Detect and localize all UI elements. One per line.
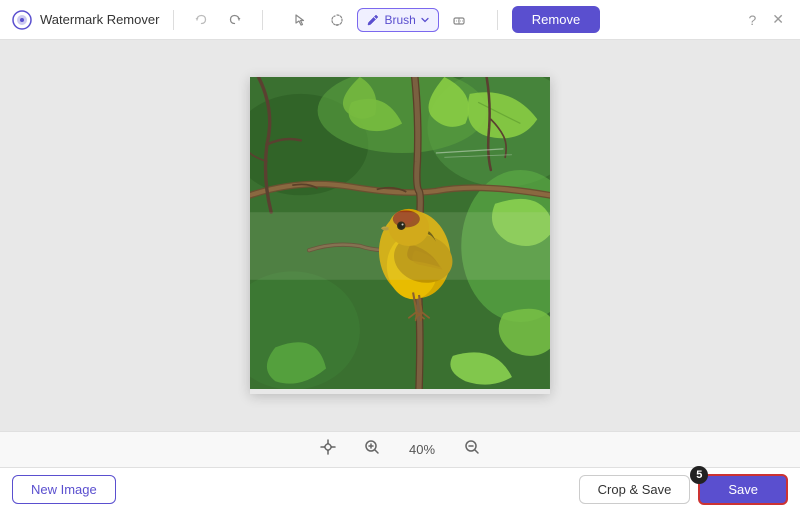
crop-save-button[interactable]: Crop & Save <box>579 475 691 504</box>
zoom-level: 40% <box>402 442 442 457</box>
dropdown-icon <box>420 15 430 25</box>
canvas-area[interactable] <box>0 40 800 431</box>
zoom-in-icon <box>364 439 380 455</box>
image-container <box>250 77 550 395</box>
new-image-button[interactable]: New Image <box>12 475 116 504</box>
zoom-out-button[interactable] <box>458 437 486 462</box>
divider3 <box>497 10 498 30</box>
footer: New Image Crop & Save 5 Save <box>0 467 800 511</box>
divider <box>173 10 174 30</box>
footer-right: Crop & Save 5 Save <box>579 474 788 505</box>
selection-tool-button[interactable] <box>285 8 317 32</box>
pan-icon <box>320 439 336 455</box>
title-bar: Watermark Remover <box>0 0 800 40</box>
eraser-tool-button[interactable] <box>443 8 475 32</box>
app-logo-icon <box>12 10 32 30</box>
save-button[interactable]: Save <box>698 474 788 505</box>
help-button[interactable]: ? <box>744 8 760 32</box>
remove-button[interactable]: Remove <box>512 6 600 33</box>
tool-group: Brush <box>285 8 474 32</box>
brush-tool-button[interactable]: Brush <box>357 8 438 32</box>
undo-button[interactable] <box>188 9 214 31</box>
brush-label: Brush <box>384 13 415 27</box>
save-btn-wrapper: 5 Save <box>698 474 788 505</box>
close-button[interactable]: ✕ <box>768 7 788 32</box>
zoom-in-button[interactable] <box>358 437 386 462</box>
divider2 <box>262 10 263 30</box>
pan-tool-button[interactable] <box>314 437 342 462</box>
zoom-out-icon <box>464 439 480 455</box>
main-image <box>250 77 550 390</box>
title-bar-right: ? ✕ <box>744 7 788 32</box>
app-title: Watermark Remover <box>40 12 159 27</box>
bottom-controls: 40% <box>0 431 800 467</box>
lasso-tool-button[interactable] <box>321 8 353 32</box>
title-bar-left: Watermark Remover <box>12 6 732 33</box>
redo-button[interactable] <box>222 9 248 31</box>
